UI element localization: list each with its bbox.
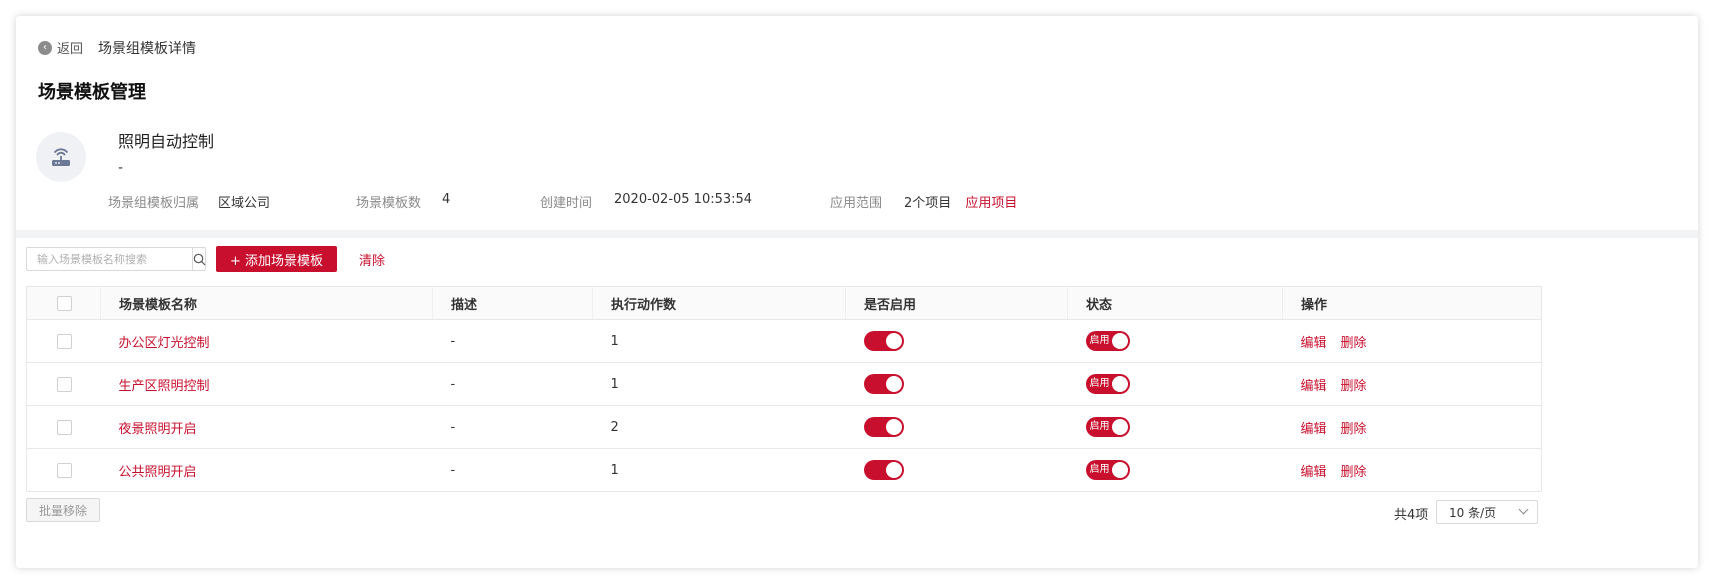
row-desc: - [432,448,593,492]
template-name-link[interactable]: 公共照明开启 [119,465,197,480]
search-box [26,247,206,271]
status-switch[interactable]: 启用 [1085,460,1130,480]
clear-button[interactable]: 清除 [359,250,385,269]
template-name-link[interactable]: 夜景照明开启 [119,422,197,437]
enabled-toggle[interactable] [863,374,904,394]
meta-scope: 应用范围 [830,196,883,211]
breadcrumb-title: 场景组模板详情 [98,41,196,57]
batch-remove-button[interactable]: 批量移除 [26,498,100,522]
select-all-checkbox[interactable] [57,295,72,311]
delete-button[interactable]: 删除 [1341,336,1367,351]
edit-button[interactable]: 编辑 [1301,422,1327,437]
select-all-cell [26,286,101,320]
enabled-toggle[interactable] [863,417,904,437]
search-button[interactable] [192,247,206,271]
search-icon [193,253,206,265]
section-divider [16,230,1698,238]
row-checkbox[interactable] [57,419,72,435]
edit-button[interactable]: 编辑 [1301,336,1327,351]
row-desc: - [432,362,593,406]
search-input[interactable] [27,248,192,270]
meta-created: 创建时间 [540,196,593,211]
row-actions-count: 1 [592,319,846,363]
enabled-toggle[interactable] [863,331,904,351]
row-actions-count: 1 [592,448,846,492]
edit-button[interactable]: 编辑 [1301,465,1327,480]
back-label: 返回 [57,42,84,57]
edit-button[interactable]: 编辑 [1301,379,1327,394]
meta-scope-value: 2个项目 应用项目 [904,196,1018,211]
row-actions-count: 1 [592,362,846,406]
template-name-link[interactable]: 办公区灯光控制 [119,336,210,351]
row-desc: - [432,319,593,363]
table-row: 公共照明开启 - 1 启用 编辑 删除 [26,448,1542,492]
page-title: 场景模板管理 [38,82,146,103]
table-header-row: 场景模板名称 描述 执行动作数 是否启用 状态 操作 [26,286,1542,320]
col-desc: 描述 [432,286,593,320]
table-row: 夜景照明开启 - 2 启用 编辑 删除 [26,405,1542,449]
chevron-down-icon [1518,504,1529,515]
template-group-description: - [118,160,124,176]
meta-count-value: 4 [442,192,451,207]
meta-owner-value: 区域公司 [218,196,271,211]
table-row: 办公区灯光控制 - 1 启用 编辑 删除 [26,319,1542,363]
template-group-name: 照明自动控制 [118,132,215,151]
router-icon [36,132,86,182]
delete-button[interactable]: 删除 [1341,465,1367,480]
row-checkbox[interactable] [57,462,72,478]
templates-table: 场景模板名称 描述 执行动作数 是否启用 状态 操作 办公区灯光控制 - 1 启… [26,286,1542,492]
page-size-value: 10 条/页 [1449,505,1497,520]
enabled-toggle[interactable] [863,460,904,480]
table-row: 生产区照明控制 - 1 启用 编辑 删除 [26,362,1542,406]
main-card: ‹ 返回 场景组模板详情 场景模板管理 照明自动控制 - 场景组模板归属 区域公… [16,16,1698,568]
status-switch[interactable]: 启用 [1085,374,1130,394]
add-template-button[interactable]: + 添加场景模板 [216,246,338,272]
meta-created-value: 2020-02-05 10:53:54 [614,192,753,207]
col-enabled: 是否启用 [845,286,1068,320]
status-switch[interactable]: 启用 [1085,331,1130,351]
col-operations: 操作 [1282,286,1542,320]
status-switch[interactable]: 启用 [1085,417,1130,437]
col-actions: 执行动作数 [592,286,846,320]
delete-button[interactable]: 删除 [1341,379,1367,394]
delete-button[interactable]: 删除 [1341,422,1367,437]
detail-header: ‹ 返回 场景组模板详情 场景模板管理 照明自动控制 - 场景组模板归属 区域公… [16,16,1698,230]
row-checkbox[interactable] [57,376,72,392]
back-button[interactable]: ‹ 返回 [38,38,83,57]
page-size-select[interactable]: 10 条/页 [1436,500,1538,524]
template-name-link[interactable]: 生产区照明控制 [119,379,210,394]
row-actions-count: 2 [592,405,846,449]
toolbar: + 添加场景模板 清除 [26,246,385,272]
col-name: 场景模板名称 [100,286,433,320]
apply-projects-link[interactable]: 应用项目 [965,196,1017,211]
back-arrow-icon: ‹ [38,40,52,55]
total-count: 共4项 [1394,508,1429,523]
meta-owner: 场景组模板归属 [108,196,200,211]
col-status: 状态 [1067,286,1283,320]
row-checkbox[interactable] [57,333,72,349]
row-desc: - [432,405,593,449]
meta-count: 场景模板数 [356,196,422,211]
